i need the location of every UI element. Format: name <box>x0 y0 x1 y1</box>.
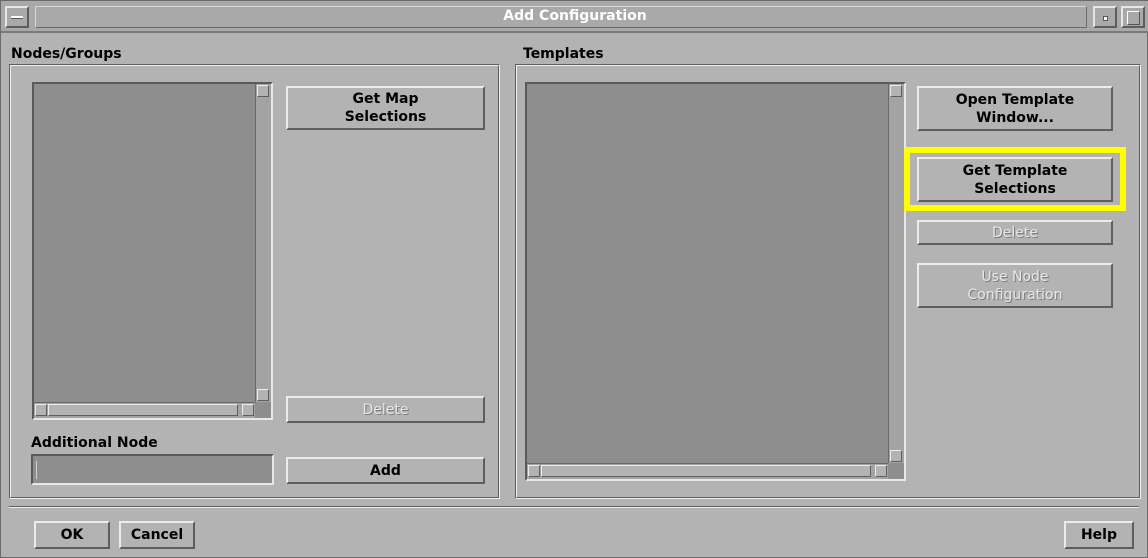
open-template-window-button[interactable]: Open Template Window... <box>917 86 1113 131</box>
scroll-down-arrow-icon[interactable] <box>890 450 902 462</box>
use-node-configuration-button[interactable]: Use Node Configuration <box>917 263 1113 308</box>
nodes-list-horizontal-scrollbar[interactable] <box>34 402 255 418</box>
templates-list-horizontal-scrollbar[interactable] <box>527 463 888 479</box>
get-template-selections-button[interactable]: Get Template Selections <box>917 157 1113 202</box>
nodes-groups-label: Nodes/Groups <box>11 46 122 62</box>
title-bar[interactable]: Add Configuration <box>1 1 1148 33</box>
templates-label: Templates <box>523 46 604 62</box>
cancel-button[interactable]: Cancel <box>119 521 195 549</box>
get-map-selections-button[interactable]: Get Map Selections <box>286 86 485 130</box>
nodes-list-vertical-scrollbar[interactable] <box>255 84 271 402</box>
scroll-left-arrow-icon[interactable] <box>35 404 47 416</box>
additional-node-input[interactable] <box>31 454 274 485</box>
scroll-down-arrow-icon[interactable] <box>257 389 269 401</box>
templates-list[interactable] <box>525 82 906 481</box>
minimize-icon[interactable] <box>1093 6 1117 28</box>
nodes-groups-list[interactable] <box>32 82 273 420</box>
scroll-up-arrow-icon[interactable] <box>890 85 902 97</box>
templates-delete-button[interactable]: Delete <box>917 220 1113 245</box>
window-title: Add Configuration <box>503 8 647 24</box>
ok-button[interactable]: OK <box>34 521 110 549</box>
help-button[interactable]: Help <box>1064 521 1134 549</box>
footer-separator <box>9 506 1139 508</box>
nodes-delete-button[interactable]: Delete <box>286 396 485 423</box>
scroll-thumb[interactable] <box>541 465 871 477</box>
scroll-left-arrow-icon[interactable] <box>528 465 540 477</box>
scroll-right-arrow-icon[interactable] <box>242 404 254 416</box>
scroll-right-arrow-icon[interactable] <box>875 465 887 477</box>
maximize-icon[interactable] <box>1121 6 1145 28</box>
text-caret <box>36 461 37 479</box>
scroll-thumb[interactable] <box>48 404 238 416</box>
add-configuration-window: Add Configuration Nodes/Groups Get Map S… <box>0 0 1148 558</box>
add-button[interactable]: Add <box>286 457 485 484</box>
templates-list-vertical-scrollbar[interactable] <box>888 84 904 463</box>
scroll-up-arrow-icon[interactable] <box>257 85 269 97</box>
additional-node-label: Additional Node <box>31 435 158 451</box>
